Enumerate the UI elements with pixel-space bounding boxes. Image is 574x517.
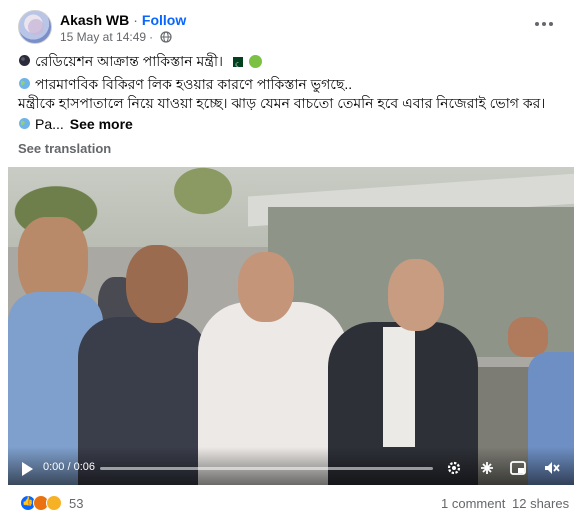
play-icon[interactable] bbox=[22, 462, 33, 476]
video-frame-person bbox=[388, 259, 444, 331]
post-line-3: মন্ত্রীকে হাসপাতালে নিয়ে যাওয়া হচ্ছে। … bbox=[18, 95, 546, 111]
post-header: Akash WB · Follow 15 May at 14:49 · bbox=[0, 0, 574, 46]
see-more-link[interactable]: See more bbox=[70, 116, 133, 132]
video-controls: 0:00 / 0:06 bbox=[8, 447, 574, 485]
globe-emoji-icon bbox=[19, 118, 30, 129]
post-line-2-text: পারমাণবিক বিকিরণ লিক হওয়ার কারণে পাকিস্… bbox=[35, 76, 353, 92]
more-options-icon[interactable] bbox=[530, 14, 558, 34]
picture-in-picture-icon[interactable] bbox=[509, 459, 527, 477]
video-frame-person bbox=[508, 317, 548, 357]
post-line-1-text: রেডিয়েশন আক্রান্ত পাকিস্তান মন্ত্রী। bbox=[35, 53, 223, 69]
author-line: Akash WB · Follow bbox=[60, 12, 186, 28]
reactions-summary[interactable]: 53 bbox=[20, 495, 83, 511]
wow-reaction-icon bbox=[46, 495, 62, 511]
share-count[interactable]: 12 shares bbox=[512, 496, 569, 511]
avatar[interactable] bbox=[18, 10, 52, 44]
follow-button[interactable]: Follow bbox=[142, 12, 186, 28]
see-translation-link[interactable]: See translation bbox=[18, 141, 111, 156]
video-player[interactable]: 0:00 / 0:06 bbox=[8, 167, 574, 485]
muted-speaker-icon[interactable] bbox=[543, 459, 561, 477]
video-time: 0:00 / 0:06 bbox=[43, 461, 95, 473]
meta-separator: · bbox=[149, 30, 154, 44]
video-frame-person bbox=[238, 252, 294, 322]
gear-icon[interactable] bbox=[445, 459, 463, 477]
timestamp[interactable]: 15 May at 14:49 bbox=[60, 30, 146, 44]
nauseated-face-icon bbox=[248, 55, 262, 68]
video-frame-person bbox=[383, 327, 415, 447]
globe-emoji-icon bbox=[19, 78, 30, 89]
video-frame-person bbox=[126, 245, 188, 323]
comment-count[interactable]: 1 comment bbox=[441, 496, 505, 511]
post-line-4-text: Pa... bbox=[35, 116, 64, 132]
post-footer: 53 1 comment 12 shares bbox=[0, 486, 574, 517]
reaction-count[interactable]: 53 bbox=[69, 496, 83, 511]
expand-arrows-icon[interactable] bbox=[478, 459, 496, 477]
post-line-2: পারমাণবিক বিকিরণ লিক হওয়ার কারণে পাকিস্… bbox=[18, 75, 352, 94]
video-progress-bar[interactable] bbox=[100, 467, 433, 470]
post-meta: 15 May at 14:49 · bbox=[60, 30, 172, 44]
post-line-4: Pa... See more bbox=[18, 115, 133, 134]
pakistan-flag-icon bbox=[228, 56, 243, 75]
author-name[interactable]: Akash WB bbox=[60, 12, 129, 28]
black-circle-icon bbox=[19, 55, 30, 66]
separator: · bbox=[133, 12, 138, 28]
post-line-1: রেডিয়েশন আক্রান্ত পাকিস্তান মন্ত্রী। bbox=[18, 52, 262, 75]
globe-icon bbox=[160, 31, 172, 43]
video-frame-tree bbox=[158, 167, 248, 227]
